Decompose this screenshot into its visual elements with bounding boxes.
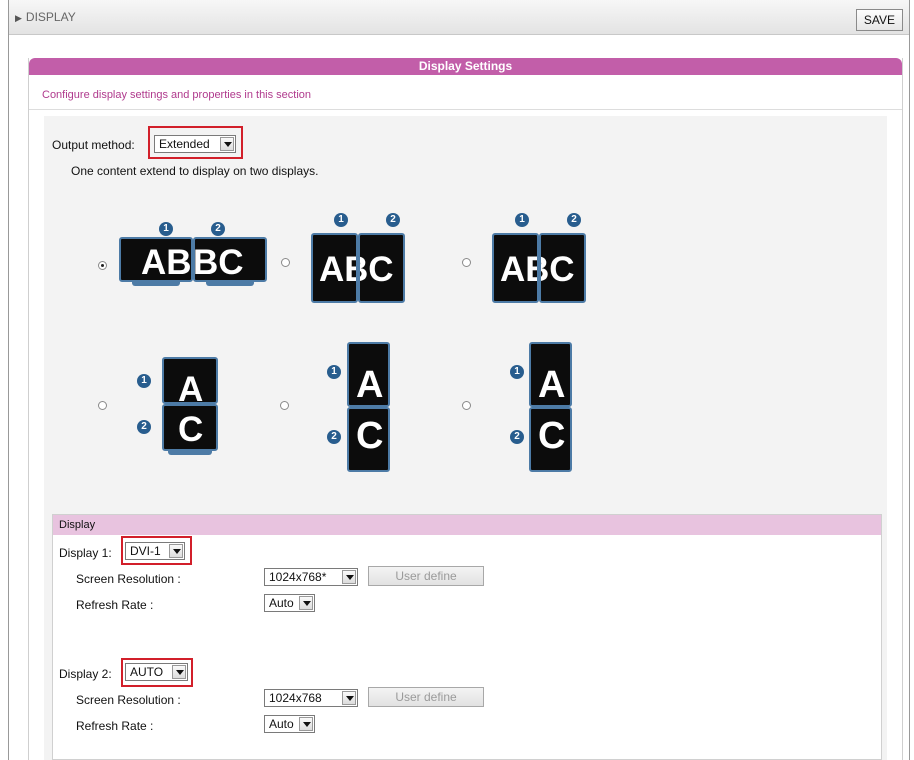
display2-refresh-select[interactable]: Auto (264, 715, 315, 733)
display2-refresh-label: Refresh Rate : (76, 719, 154, 733)
display-settings-panel: Display Settings Configure display setti… (28, 58, 903, 760)
display2-resolution-value: 1024x768 (269, 691, 322, 705)
badge-1: 1 (137, 374, 151, 388)
divider (29, 109, 902, 110)
monitor-letters: AB (319, 250, 356, 289)
display1-refresh-select[interactable]: Auto (264, 594, 315, 612)
display2-refresh-value: Auto (269, 717, 294, 731)
monitor-letters: A (178, 370, 204, 404)
monitor-letters: C (538, 415, 566, 457)
app-frame: ▶ DISPLAY SAVE Display Settings Configure… (8, 0, 910, 760)
monitor-2: C (347, 407, 390, 472)
layout-radio-4[interactable] (98, 401, 107, 410)
monitor-stand (132, 282, 180, 286)
display1-label: Display 1: (59, 546, 112, 560)
highlight-box (148, 126, 243, 159)
display2-resolution-label: Screen Resolution : (76, 693, 181, 707)
badge-1: 1 (515, 213, 529, 227)
display2-resolution-select[interactable]: 1024x768 (264, 689, 358, 707)
display1-resolution-label: Screen Resolution : (76, 572, 181, 586)
settings-area: Output method: Extended One content exte… (44, 116, 887, 760)
monitor-2: C (529, 407, 572, 472)
monitor-letters: BC (360, 250, 394, 289)
monitor-letters: BC (541, 250, 575, 289)
top-bar: ▶ DISPLAY SAVE (9, 0, 909, 35)
monitor-letters: C (178, 410, 204, 449)
display1-user-define-button[interactable]: User define (368, 566, 484, 586)
display-section-title: Display (53, 515, 881, 535)
layout-radio-6[interactable] (462, 401, 471, 410)
display2-user-define-button[interactable]: User define (368, 687, 484, 707)
monitor-1: A (347, 342, 390, 407)
monitor-letters: BC (193, 243, 244, 282)
triangle-right-icon: ▶ (15, 13, 22, 23)
breadcrumb-label: DISPLAY (25, 10, 76, 24)
output-method-label: Output method: (52, 138, 135, 152)
monitor-2: BC (539, 233, 586, 303)
breadcrumb: ▶ DISPLAY (15, 10, 76, 24)
badge-1: 1 (334, 213, 348, 227)
layout-radio-5[interactable] (280, 401, 289, 410)
monitor-stand (206, 282, 254, 286)
display1-resolution-value: 1024x768* (269, 570, 327, 584)
monitor-1: AB (311, 233, 358, 303)
panel-description: Configure display settings and propertie… (42, 89, 312, 101)
monitor-2: C (162, 404, 218, 451)
layout-radio-1[interactable] (98, 261, 107, 270)
monitor-letters: C (356, 415, 384, 457)
badge-1: 1 (327, 365, 341, 379)
monitor-stand (168, 451, 212, 455)
highlight-box (121, 536, 192, 565)
badge-2: 2 (137, 420, 151, 434)
monitor-letters: AB (141, 243, 192, 282)
badge-2: 2 (211, 222, 225, 236)
monitor-1: A (162, 357, 218, 404)
badge-1: 1 (159, 222, 173, 236)
monitor-letters: AB (500, 250, 537, 289)
output-method-description: One content extend to display on two dis… (71, 164, 319, 178)
monitor-2: BC (193, 237, 267, 282)
monitor-2: BC (358, 233, 405, 303)
badge-2: 2 (327, 430, 341, 444)
chevron-down-icon (342, 691, 356, 705)
chevron-down-icon (299, 596, 313, 610)
display1-refresh-label: Refresh Rate : (76, 598, 154, 612)
monitor-letters: A (356, 364, 384, 406)
badge-2: 2 (567, 213, 581, 227)
badge-2: 2 (510, 430, 524, 444)
monitor-1: AB (119, 237, 193, 282)
monitor-1: A (529, 342, 572, 407)
panel-title: Display Settings (29, 58, 902, 75)
layout-radio-3[interactable] (462, 258, 471, 267)
badge-1: 1 (510, 365, 524, 379)
chevron-down-icon (299, 717, 313, 731)
save-button[interactable]: SAVE (855, 9, 903, 31)
chevron-down-icon (342, 570, 356, 584)
display2-label: Display 2: (59, 667, 112, 681)
monitor-1: AB (492, 233, 539, 303)
layout-radio-2[interactable] (281, 258, 290, 267)
display1-resolution-select[interactable]: 1024x768* (264, 568, 358, 586)
display-section: Display Display 1: DVI-1 Screen Resoluti… (52, 514, 882, 760)
badge-2: 2 (386, 213, 400, 227)
monitor-letters: A (538, 364, 566, 406)
highlight-box (121, 658, 193, 687)
display1-refresh-value: Auto (269, 596, 294, 610)
